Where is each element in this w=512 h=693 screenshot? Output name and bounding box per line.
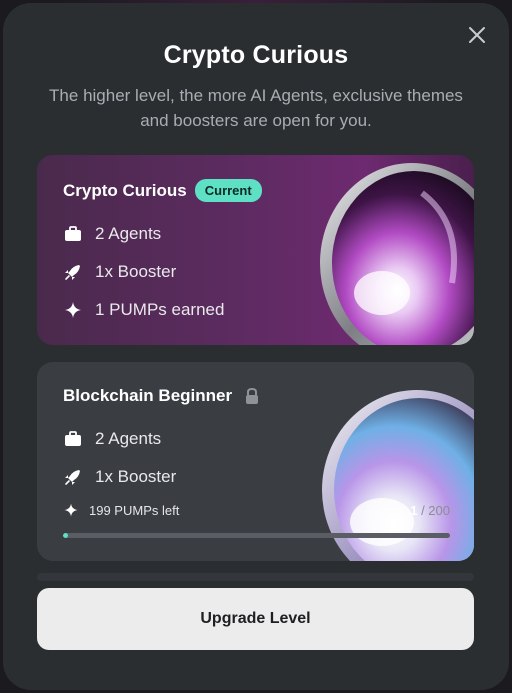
- briefcase-icon: [65, 431, 81, 446]
- next-level-header: Blockchain Beginner: [63, 386, 260, 406]
- current-level-name: Crypto Curious: [63, 180, 187, 200]
- current-level-card: Crypto Curious Current 2 Agents 1x Boost…: [37, 155, 474, 345]
- progress-total: / 200: [421, 502, 450, 518]
- feature-label: 2 Agents: [95, 429, 162, 448]
- list-edge: [37, 573, 474, 581]
- feature-booster: 1x Booster: [63, 262, 176, 282]
- progress-bar: [63, 533, 450, 538]
- rocket-icon: [65, 265, 80, 280]
- crystal-orb-image: [320, 163, 474, 345]
- pumps-left-label: 199 PUMPs left: [89, 502, 180, 518]
- current-badge: Current: [194, 179, 262, 202]
- upgrade-level-button[interactable]: Upgrade Level: [37, 588, 474, 650]
- modal-subtitle: The higher level, the more AI Agents, ex…: [49, 86, 463, 130]
- next-level-name: Blockchain Beginner: [63, 386, 233, 405]
- current-level-header: Crypto Curious Current: [63, 179, 262, 202]
- lock-icon: [246, 387, 259, 404]
- rocket-icon: [65, 470, 80, 485]
- feature-agents: 2 Agents: [63, 224, 161, 244]
- feature-agents: 2 Agents: [63, 429, 161, 449]
- briefcase-icon: [65, 226, 81, 241]
- pumps-left: 199 PUMPs left: [63, 502, 179, 518]
- feature-label: 1x Booster: [95, 262, 177, 281]
- feature-booster: 1x Booster: [63, 467, 176, 487]
- progress-info: 199 PUMPs left 1 / 200: [63, 502, 450, 518]
- level-modal: Crypto Curious The higher level, the mor…: [3, 3, 509, 690]
- feature-label: 1 PUMPs earned: [95, 300, 225, 319]
- sparkle-icon: [65, 302, 81, 318]
- feature-label: 1x Booster: [95, 467, 177, 486]
- modal-title: Crypto Curious: [163, 41, 349, 69]
- feature-pumps: 1 PUMPs earned: [63, 300, 224, 320]
- sparkle-icon: [64, 503, 78, 517]
- progress-count: 1 / 200: [410, 503, 450, 518]
- feature-label: 2 Agents: [95, 224, 162, 243]
- next-level-card: Blockchain Beginner 2 Agents 1x Booster: [37, 362, 474, 561]
- progress-bar-fill: [63, 533, 68, 538]
- progress-current: 1: [410, 502, 418, 518]
